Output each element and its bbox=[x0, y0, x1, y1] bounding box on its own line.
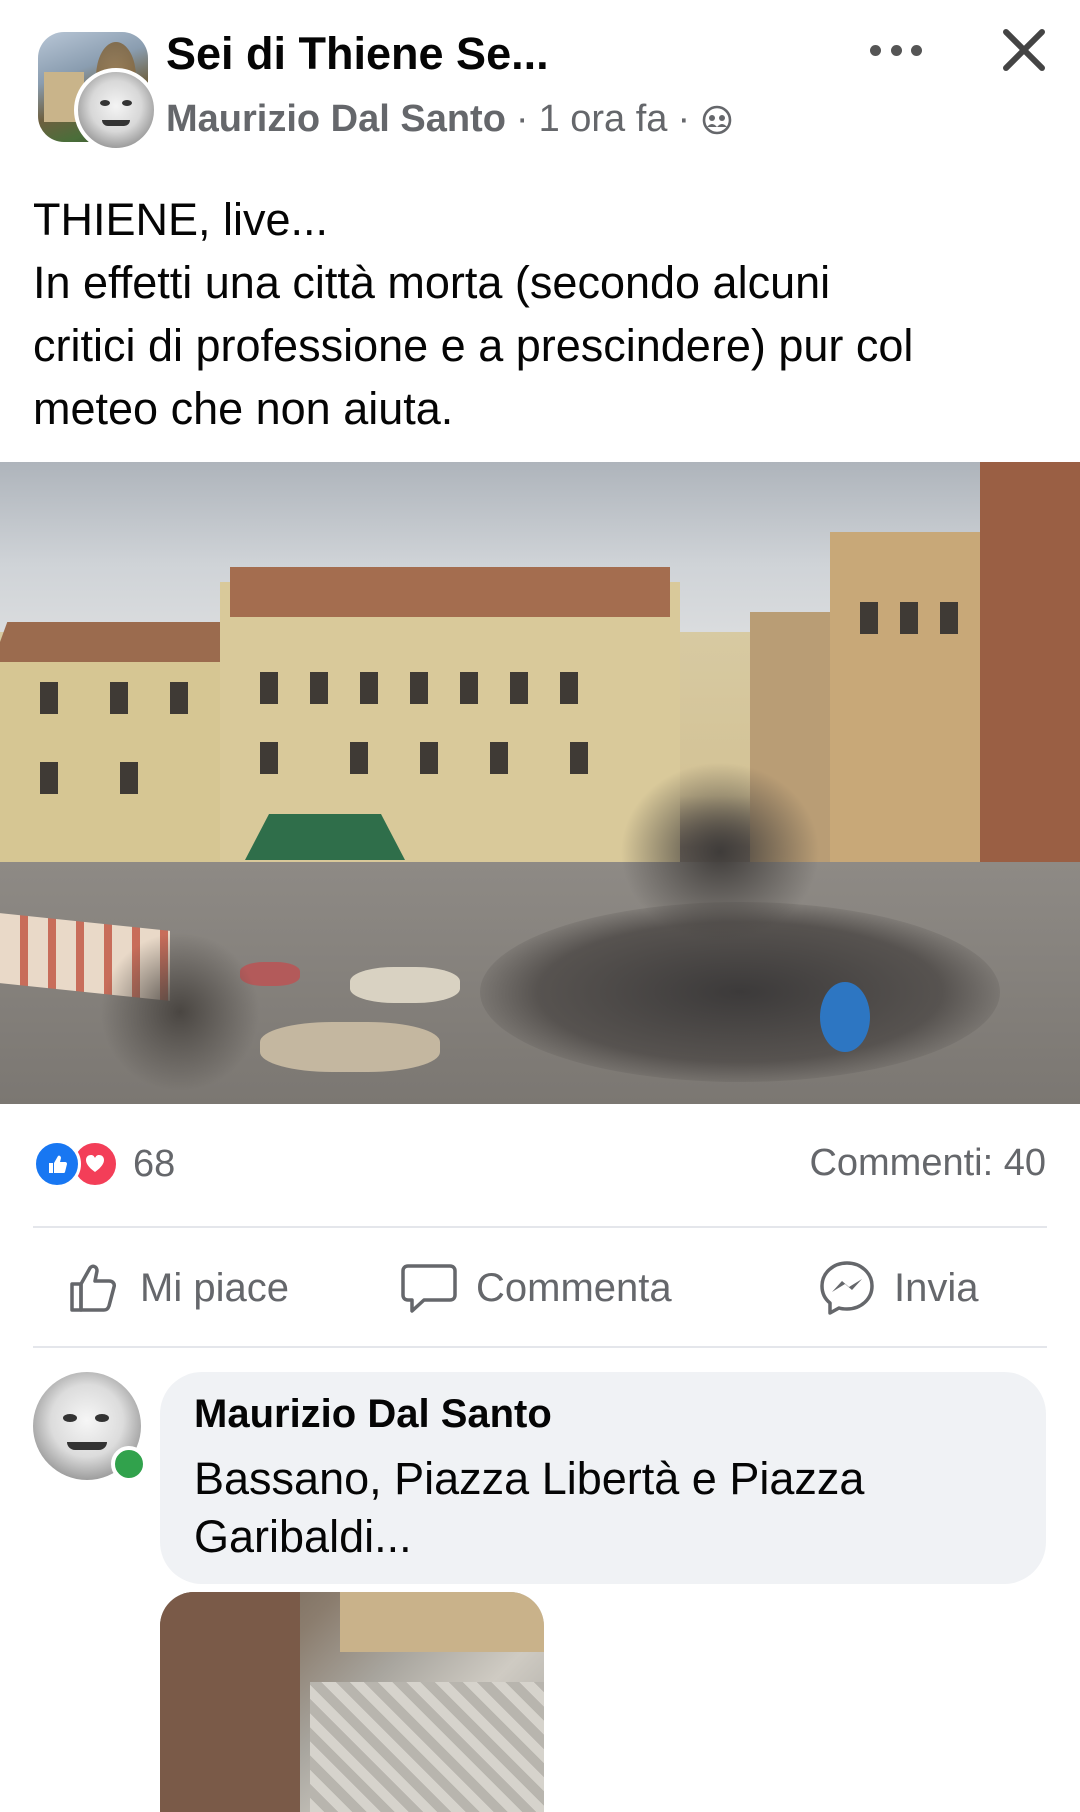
like-button[interactable]: Mi piace bbox=[66, 1256, 289, 1320]
group-avatar[interactable] bbox=[38, 32, 158, 152]
close-icon[interactable] bbox=[1000, 26, 1048, 74]
group-name-link[interactable]: Sei di Thiene Se... bbox=[166, 28, 549, 80]
reactions-summary[interactable]: 68 bbox=[33, 1140, 175, 1188]
post-timestamp[interactable]: 1 ora fa bbox=[539, 98, 668, 141]
commenter-avatar[interactable] bbox=[33, 1372, 147, 1482]
comments-count-link[interactable]: Commenti: 40 bbox=[809, 1142, 1046, 1185]
comment-author-link[interactable]: Maurizio Dal Santo bbox=[194, 1392, 552, 1437]
send-button[interactable]: Invia bbox=[818, 1256, 979, 1320]
like-reaction-icon bbox=[33, 1140, 81, 1188]
post-text-line: critici di professione e a prescindere) … bbox=[33, 320, 914, 371]
divider bbox=[33, 1226, 1047, 1228]
send-button-label: Invia bbox=[894, 1265, 979, 1310]
comment-text-line: Bassano, Piazza Libertà e Piazza bbox=[194, 1453, 865, 1504]
divider bbox=[33, 1346, 1047, 1348]
author-avatar[interactable] bbox=[74, 68, 158, 152]
like-button-label: Mi piace bbox=[140, 1265, 289, 1310]
meta-separator: · bbox=[515, 98, 529, 140]
comment-button-label: Commenta bbox=[476, 1265, 672, 1310]
meta-separator-2: · bbox=[677, 98, 691, 140]
comment-text: Bassano, Piazza Libertà e Piazza Garibal… bbox=[194, 1450, 864, 1566]
post-text-line: THIENE, live... bbox=[33, 194, 329, 245]
comment-bubble[interactable]: Maurizio Dal Santo Bassano, Piazza Liber… bbox=[160, 1372, 1046, 1584]
post-text-line: In effetti una città morta (secondo alcu… bbox=[33, 257, 831, 308]
comment-icon bbox=[401, 1264, 457, 1313]
online-status-indicator bbox=[111, 1446, 147, 1482]
post-text-line: meteo che non aiuta. bbox=[33, 383, 454, 434]
more-options-icon[interactable] bbox=[870, 38, 922, 62]
comment-text-line: Garibaldi... bbox=[194, 1511, 412, 1562]
author-name-link[interactable]: Maurizio Dal Santo bbox=[166, 98, 506, 141]
post-header: Sei di Thiene Se... Maurizio Dal Santo ·… bbox=[0, 0, 1080, 160]
comment-photo[interactable] bbox=[160, 1592, 544, 1812]
post-text: THIENE, live... In effetti una città mor… bbox=[33, 188, 1053, 440]
messenger-icon bbox=[820, 1261, 874, 1315]
post-photo[interactable] bbox=[0, 462, 1080, 1104]
group-members-icon bbox=[702, 105, 732, 134]
thumbs-up-icon bbox=[70, 1264, 116, 1312]
reactions-count: 68 bbox=[133, 1142, 176, 1185]
comment-button[interactable]: Commenta bbox=[400, 1256, 672, 1320]
post-meta: Maurizio Dal Santo · 1 ora fa · bbox=[166, 98, 732, 141]
